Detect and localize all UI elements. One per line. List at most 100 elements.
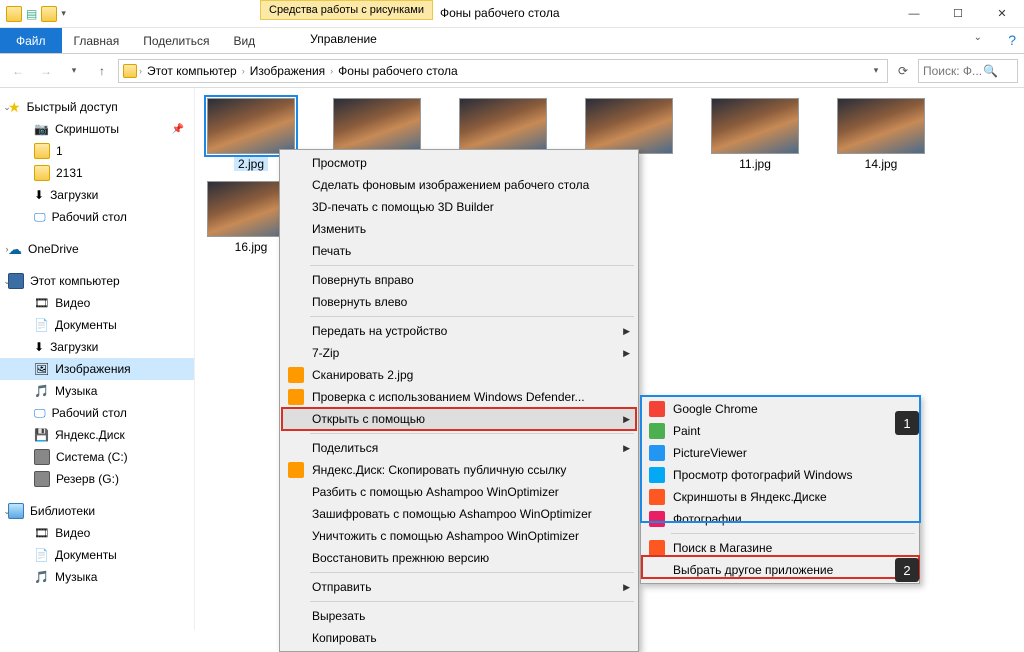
nav-item-video[interactable]: 🎞Видео <box>0 292 194 314</box>
nav-item-1[interactable]: 1 <box>0 140 194 162</box>
submenu-item[interactable]: Выбрать другое приложение <box>643 559 917 581</box>
caret-down-icon[interactable]: ⌄ <box>2 506 12 517</box>
menu-item[interactable]: Вырезать <box>282 605 636 627</box>
file-thumb[interactable]: 14.jpg <box>833 98 929 171</box>
menu-item[interactable]: Изменить <box>282 218 636 240</box>
crumb-current[interactable]: Фоны рабочего стола <box>335 64 461 78</box>
menu-item[interactable]: ▶Отправить <box>282 576 636 598</box>
menu-item[interactable]: Сканировать 2.jpg <box>282 364 636 386</box>
menu-item[interactable]: Восстановить прежнюю версию <box>282 547 636 569</box>
caret-right-icon[interactable]: › <box>2 244 12 254</box>
menu-item[interactable]: Повернуть влево <box>282 291 636 313</box>
menu-label: Изменить <box>312 222 366 236</box>
menu-label: Поделиться <box>312 441 378 455</box>
app-icon <box>288 462 304 478</box>
menu-item[interactable]: Проверка с использованием Windows Defend… <box>282 386 636 408</box>
expand-ribbon-icon[interactable]: ⌄ <box>962 32 994 43</box>
menu-item[interactable]: Уничтожить с помощью Ashampoo WinOptimiz… <box>282 525 636 547</box>
tab-home[interactable]: Главная <box>62 28 132 53</box>
menu-item[interactable]: Разбить с помощью Ashampoo WinOptimizer <box>282 481 636 503</box>
nav-lib-documents[interactable]: 📄Документы <box>0 544 194 566</box>
nav-onedrive[interactable]: ›☁OneDrive <box>0 238 194 260</box>
nav-libraries[interactable]: ⌄Библиотеки <box>0 500 194 522</box>
tab-share[interactable]: Поделиться <box>131 28 221 53</box>
menu-item[interactable]: Повернуть вправо <box>282 269 636 291</box>
menu-label: Проверка с использованием Windows Defend… <box>312 390 585 404</box>
nav-lib-video[interactable]: 🎞Видео <box>0 522 194 544</box>
chevron-right-icon: ▶ <box>623 582 630 593</box>
file-tab[interactable]: Файл <box>0 28 62 53</box>
menu-item[interactable]: ▶Передать на устройство <box>282 320 636 342</box>
menu-item[interactable]: ▶ Поделиться <box>282 437 636 459</box>
menu-item[interactable]: Зашифровать с помощью Ashampoo WinOptimi… <box>282 503 636 525</box>
menu-item[interactable]: Сделать фоновым изображением рабочего ст… <box>282 174 636 196</box>
chevron-right-icon[interactable]: › <box>139 66 142 76</box>
menu-item[interactable]: ▶7-Zip <box>282 342 636 364</box>
nav-back-button[interactable]: ← <box>6 59 30 83</box>
menu-item[interactable]: Яндекс.Диск: Скопировать публичную ссылк… <box>282 459 636 481</box>
maximize-button[interactable]: ☐ <box>936 0 980 28</box>
crumb-pc[interactable]: Этот компьютер <box>144 64 240 78</box>
nav-quick-access[interactable]: ⌄ ★ Быстрый доступ <box>0 96 194 118</box>
submenu-item[interactable]: Скриншоты в Яндекс.Диске <box>643 486 917 508</box>
thumbnail-image <box>585 98 673 154</box>
caret-down-icon[interactable]: ⌄ <box>2 102 12 113</box>
breadcrumb[interactable]: › Этот компьютер › Изображения › Фоны ра… <box>118 59 888 83</box>
nav-up-button[interactable]: ↑ <box>90 59 114 83</box>
nav-item-music[interactable]: 🎵Музыка <box>0 380 194 402</box>
nav-lib-music[interactable]: 🎵Музыка <box>0 566 194 588</box>
nav-item-desktop-pc[interactable]: 🖵Рабочий стол <box>0 402 194 424</box>
minimize-button[interactable]: — <box>892 0 936 28</box>
app-icon <box>288 367 304 383</box>
submenu-item[interactable]: Paint <box>643 420 917 442</box>
nav-item-documents[interactable]: 📄Документы <box>0 314 194 336</box>
submenu-item[interactable]: Google Chrome <box>643 398 917 420</box>
nav-item-drive-c[interactable]: Система (C:) <box>0 446 194 468</box>
refresh-button[interactable]: ⟳ <box>892 59 914 83</box>
qat-properties-icon[interactable]: ▤ <box>26 7 37 21</box>
window-title: Фоны рабочего стола <box>440 6 560 20</box>
nav-item-screenshots[interactable]: 📷Скриншоты📌 <box>0 118 194 140</box>
crumb-images[interactable]: Изображения <box>247 64 328 78</box>
music-icon: 🎵 <box>34 570 49 584</box>
folder-icon <box>34 165 50 181</box>
nav-item-desktop[interactable]: 🖵Рабочий стол <box>0 206 194 228</box>
nav-this-pc[interactable]: ⌄Этот компьютер <box>0 270 194 292</box>
menu-item[interactable]: Печать <box>282 240 636 262</box>
nav-item-drive-g[interactable]: Резерв (G:) <box>0 468 194 490</box>
qat-dropdown-icon[interactable]: ▾ <box>61 8 66 19</box>
submenu-item[interactable]: PictureViewer <box>643 442 917 464</box>
download-icon: ⬇ <box>34 188 44 202</box>
menu-label: Просмотр <box>312 156 367 170</box>
menu-item[interactable]: Копировать <box>282 627 636 649</box>
file-thumb[interactable]: 11.jpg <box>707 98 803 171</box>
submenu-item[interactable]: Поиск в Магазине <box>643 537 917 559</box>
menu-label: Google Chrome <box>673 402 758 416</box>
nav-item-downloads-pc[interactable]: ⬇Загрузки <box>0 336 194 358</box>
submenu-item[interactable]: Фотографии <box>643 508 917 530</box>
search-box[interactable]: 🔍 <box>918 59 1018 83</box>
nav-forward-button[interactable]: → <box>34 59 58 83</box>
tab-manage[interactable]: Управление <box>260 28 427 46</box>
nav-recent-dropdown[interactable]: ▾ <box>62 59 86 83</box>
menu-label: Сканировать 2.jpg <box>312 368 413 382</box>
nav-item-images[interactable]: 🖼Изображения <box>0 358 194 380</box>
nav-item-yandexdisk[interactable]: 💾Яндекс.Диск <box>0 424 194 446</box>
help-icon[interactable]: ? <box>1008 32 1016 48</box>
nav-item-downloads[interactable]: ⬇Загрузки <box>0 184 194 206</box>
address-dropdown-icon[interactable]: ▾ <box>865 59 887 83</box>
menu-item[interactable]: Просмотр <box>282 152 636 174</box>
nav-item-2131[interactable]: 2131 <box>0 162 194 184</box>
caret-down-icon[interactable]: ⌄ <box>2 276 12 287</box>
chevron-right-icon[interactable]: › <box>242 66 245 76</box>
chevron-right-icon: ▶ <box>623 443 630 454</box>
qat-newfolder-icon[interactable] <box>41 6 57 22</box>
close-button[interactable]: ✕ <box>980 0 1024 28</box>
menu-item[interactable]: 3D-печать с помощью 3D Builder <box>282 196 636 218</box>
chevron-right-icon[interactable]: › <box>330 66 333 76</box>
drive-icon <box>34 449 50 465</box>
camera-icon: 📷 <box>34 122 49 136</box>
search-input[interactable] <box>923 64 983 78</box>
submenu-item[interactable]: Просмотр фотографий Windows <box>643 464 917 486</box>
menu-item[interactable]: ▶Открыть с помощью <box>282 408 636 430</box>
